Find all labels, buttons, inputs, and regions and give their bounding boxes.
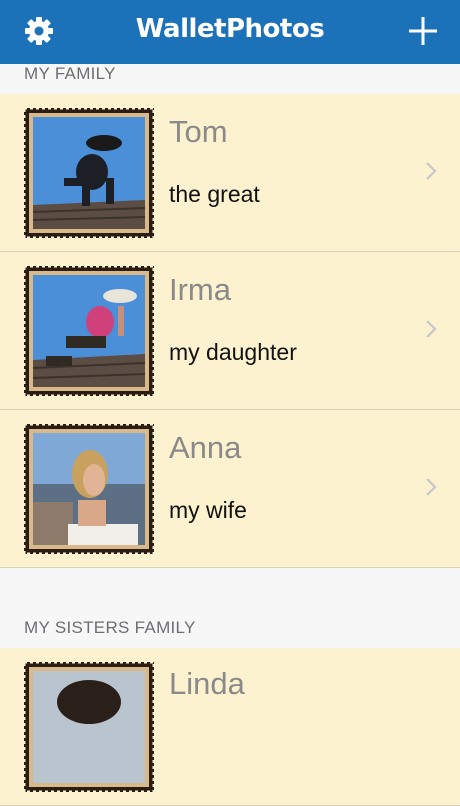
section-header-my-sisters-family: MY SISTERS FAMILY — [0, 568, 460, 648]
section-title: MY FAMILY — [24, 64, 116, 83]
list-item-anna[interactable]: Anna my wife — [0, 410, 460, 568]
list-item-linda[interactable]: Linda — [0, 648, 460, 806]
chevron-right-icon — [426, 320, 437, 338]
navigation-bar: WalletPhotos — [0, 0, 460, 64]
person-description: the great — [169, 181, 260, 207]
photo-stamp — [24, 662, 154, 792]
person-description: my daughter — [169, 339, 297, 365]
plus-icon — [409, 17, 437, 45]
person-description: my wife — [169, 497, 247, 523]
person-name: Tom — [169, 114, 228, 149]
list-item-tom[interactable]: Tom the great — [0, 94, 460, 252]
photo-stamp — [24, 424, 154, 554]
person-name: Anna — [169, 430, 242, 465]
person-name: Irma — [169, 272, 231, 307]
app-title: WalletPhotos — [135, 14, 325, 44]
person-name: Linda — [169, 666, 245, 701]
chevron-right-icon — [426, 478, 437, 496]
list-item-irma[interactable]: Irma my daughter — [0, 252, 460, 410]
photo-stamp — [24, 108, 154, 238]
section-header-my-family: MY FAMILY — [0, 64, 460, 94]
section-title: MY SISTERS FAMILY — [24, 618, 196, 637]
photo-stamp — [24, 266, 154, 396]
chevron-right-icon — [426, 162, 437, 180]
add-button[interactable] — [406, 14, 440, 48]
